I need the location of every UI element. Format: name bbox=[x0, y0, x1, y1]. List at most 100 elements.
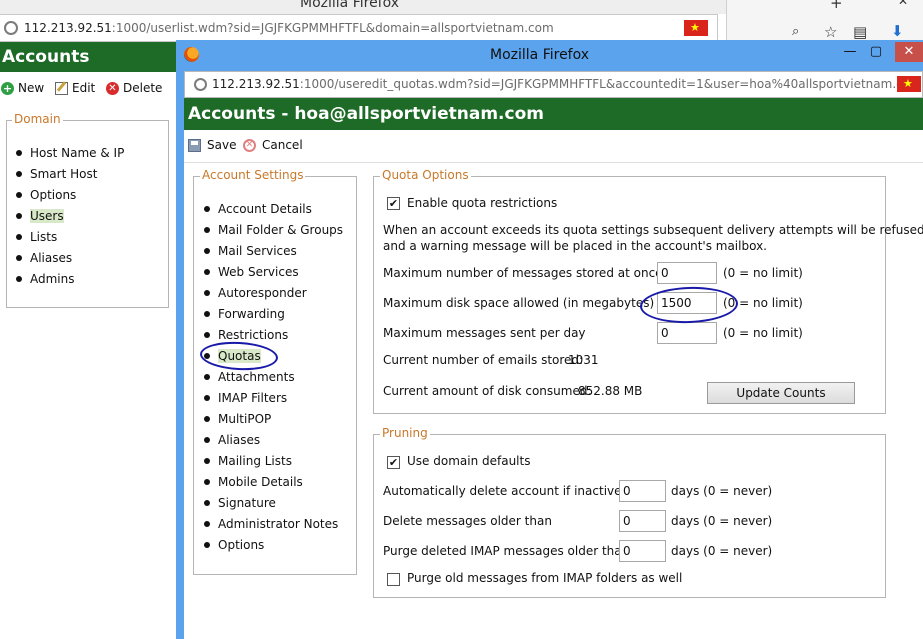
vietnam-flag-icon bbox=[684, 20, 708, 36]
domain-item-options[interactable]: Options bbox=[16, 184, 124, 205]
domain-item-admins[interactable]: Admins bbox=[16, 268, 124, 289]
account-settings-nav: Account Details Mail Folder & Groups Mai… bbox=[204, 198, 343, 555]
save-button[interactable]: Save bbox=[188, 138, 236, 152]
domain-item-label: Users bbox=[30, 208, 64, 223]
bullet bbox=[16, 275, 22, 282]
new-tab-plus-icon[interactable]: + bbox=[830, 0, 843, 12]
bullet bbox=[204, 520, 210, 527]
max-messages-label: Maximum number of messages stored at onc… bbox=[383, 266, 663, 280]
bullet bbox=[16, 233, 22, 240]
url-host: 112.213.92.51 bbox=[212, 77, 300, 91]
toolbar-divider bbox=[184, 162, 923, 163]
settings-item-mail-services[interactable]: Mail Services bbox=[204, 240, 343, 261]
inactive-days-input[interactable]: 0 bbox=[619, 480, 666, 502]
enable-quota-checkbox[interactable]: ✔ bbox=[387, 197, 400, 210]
enable-quota-label: Enable quota restrictions bbox=[407, 196, 558, 210]
bookmark-star-icon[interactable]: ☆ bbox=[824, 23, 837, 41]
domain-item-label: Smart Host bbox=[30, 166, 98, 181]
use-domain-defaults-label: Use domain defaults bbox=[407, 454, 531, 468]
firefox-icon bbox=[184, 47, 199, 62]
delete-older-input[interactable]: 0 bbox=[619, 510, 666, 532]
bullet bbox=[16, 254, 22, 261]
domain-item-label: Lists bbox=[30, 229, 58, 244]
download-icon[interactable]: ⬇ bbox=[891, 22, 904, 40]
purge-old-imap-checkbox[interactable] bbox=[387, 573, 400, 586]
settings-item-web-services[interactable]: Web Services bbox=[204, 261, 343, 282]
bullet bbox=[204, 373, 210, 380]
domain-nav: Host Name & IP Smart Host Options Users … bbox=[16, 142, 124, 289]
domain-item-smart-host[interactable]: Smart Host bbox=[16, 163, 124, 184]
close-tab-icon[interactable]: ✕ bbox=[898, 0, 908, 8]
settings-item-label: Administrator Notes bbox=[218, 516, 339, 531]
bullet bbox=[204, 226, 210, 233]
bullet bbox=[204, 415, 210, 422]
settings-item-options[interactable]: Options bbox=[204, 534, 343, 555]
globe-icon bbox=[194, 78, 207, 91]
settings-item-label: Mobile Details bbox=[218, 474, 303, 489]
current-disk-label: Current amount of disk consumed: bbox=[383, 384, 592, 398]
max-sent-input[interactable]: 0 bbox=[657, 322, 717, 344]
domain-item-aliases[interactable]: Aliases bbox=[16, 247, 124, 268]
settings-item-admin-notes[interactable]: Administrator Notes bbox=[204, 513, 343, 534]
settings-item-mail-folder[interactable]: Mail Folder & Groups bbox=[204, 219, 343, 240]
settings-item-label: Attachments bbox=[218, 369, 295, 384]
bullet bbox=[204, 541, 210, 548]
settings-item-label: Account Details bbox=[218, 201, 312, 216]
bullet bbox=[204, 499, 210, 506]
bullet bbox=[16, 191, 22, 198]
settings-item-label: Mail Folder & Groups bbox=[218, 222, 344, 237]
settings-item-forwarding[interactable]: Forwarding bbox=[204, 303, 343, 324]
settings-item-mailing-lists[interactable]: Mailing Lists bbox=[204, 450, 343, 471]
close-window-icon[interactable]: ✕ bbox=[895, 42, 923, 62]
domain-item-host-name[interactable]: Host Name & IP bbox=[16, 142, 124, 163]
globe-icon bbox=[4, 21, 18, 35]
url-path: :1000/userlist.wdm?sid=JGJFKGPMMHFTFL&do… bbox=[111, 21, 554, 35]
cancel-button[interactable]: ✕ Cancel bbox=[243, 138, 303, 152]
bullet bbox=[16, 170, 22, 177]
quota-options-legend: Quota Options bbox=[380, 168, 471, 182]
new-button[interactable]: + New bbox=[1, 81, 44, 95]
search-icon[interactable]: ⌕ bbox=[792, 24, 799, 39]
add-icon: + bbox=[1, 81, 14, 95]
purge-deleted-input[interactable]: 0 bbox=[619, 540, 666, 562]
no-limit-hint: (0 = no limit) bbox=[723, 266, 803, 280]
domain-item-label: Host Name & IP bbox=[30, 145, 125, 160]
save-label: Save bbox=[207, 138, 237, 152]
url-path: :1000/useredit_quotas.wdm?sid=JGJFKGPMMH… bbox=[299, 77, 922, 91]
settings-item-autoresponder[interactable]: Autoresponder bbox=[204, 282, 343, 303]
settings-item-label: Mailing Lists bbox=[218, 453, 292, 468]
quota-description-line-1: When an account exceeds its quota settin… bbox=[383, 223, 923, 237]
max-messages-input[interactable]: 0 bbox=[657, 262, 717, 284]
domain-item-users[interactable]: Users bbox=[16, 205, 124, 226]
edit-button[interactable]: Edit bbox=[55, 81, 95, 95]
no-limit-hint: (0 = no limit) bbox=[723, 326, 803, 340]
url-host: 112.213.92.51 bbox=[24, 21, 112, 35]
popup-url-text[interactable]: 112.213.92.51:1000/useredit_quotas.wdm?s… bbox=[212, 77, 922, 91]
bullet bbox=[204, 478, 210, 485]
delete-button[interactable]: ✕ Delete bbox=[106, 81, 162, 95]
settings-item-attachments[interactable]: Attachments bbox=[204, 366, 343, 387]
settings-item-signature[interactable]: Signature bbox=[204, 492, 343, 513]
maximize-icon[interactable]: ▢ bbox=[864, 42, 888, 62]
use-domain-defaults-checkbox[interactable]: ✔ bbox=[387, 456, 400, 469]
days-hint: days (0 = never) bbox=[671, 484, 773, 498]
save-icon bbox=[188, 138, 201, 152]
update-counts-button[interactable]: Update Counts bbox=[707, 382, 855, 404]
new-label: New bbox=[18, 81, 45, 95]
domain-item-lists[interactable]: Lists bbox=[16, 226, 124, 247]
settings-item-imap-filters[interactable]: IMAP Filters bbox=[204, 387, 343, 408]
days-hint: days (0 = never) bbox=[671, 514, 773, 528]
settings-item-aliases[interactable]: Aliases bbox=[204, 429, 343, 450]
delete-icon: ✕ bbox=[106, 81, 119, 95]
settings-item-label: Options bbox=[218, 537, 265, 552]
bookmarks-menu-icon[interactable]: ▤ bbox=[853, 23, 867, 41]
purge-deleted-label: Purge deleted IMAP messages older than bbox=[383, 544, 630, 558]
settings-item-multipop[interactable]: MultiPOP bbox=[204, 408, 343, 429]
bullet bbox=[204, 457, 210, 464]
settings-item-mobile-details[interactable]: Mobile Details bbox=[204, 471, 343, 492]
current-emails-label: Current number of emails stored: bbox=[383, 353, 584, 367]
domain-item-label: Admins bbox=[30, 271, 75, 286]
settings-item-account-details[interactable]: Account Details bbox=[204, 198, 343, 219]
minimize-icon[interactable]: — bbox=[838, 42, 862, 62]
background-url-text[interactable]: 112.213.92.51:1000/userlist.wdm?sid=JGJF… bbox=[24, 21, 554, 35]
